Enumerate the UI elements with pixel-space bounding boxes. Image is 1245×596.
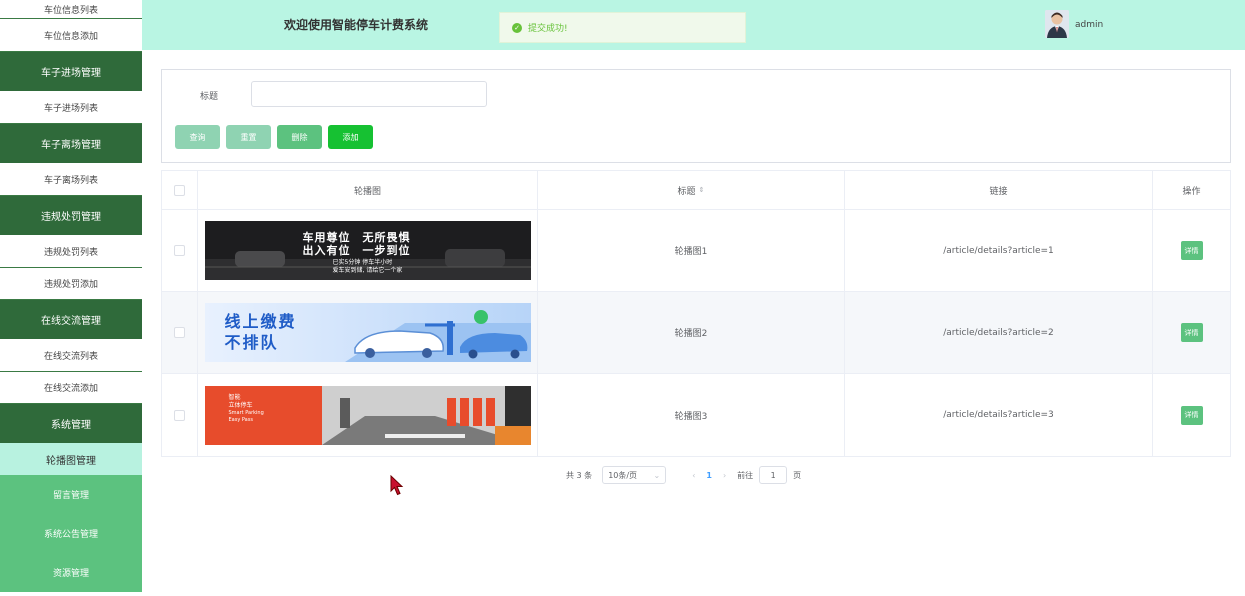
reset-button[interactable]: 重置 <box>226 125 271 149</box>
sidebar-item[interactable]: 系统公告管理 <box>0 514 142 553</box>
sidebar-item[interactable]: 违规处罚添加 <box>0 268 142 300</box>
select-all-cell <box>162 171 198 209</box>
page-title: 欢迎使用智能停车计费系统 <box>284 18 429 32</box>
detail-button[interactable]: 详情 <box>1180 323 1203 342</box>
carousel-table: 轮播图 标题 ⇕ 链接 操作 车用尊位 无所畏惧 出入有位 一步到位 已实5分钟… <box>161 170 1231 457</box>
detail-button[interactable]: 详情 <box>1180 405 1203 425</box>
toast-message: 提交成功! <box>528 24 568 34</box>
chevron-down-icon: ⌄ <box>653 470 661 480</box>
page-size-value: 10条/页 <box>608 470 638 480</box>
goto-page-input[interactable]: 1 <box>759 466 788 484</box>
sidebar-item[interactable]: 违规处罚管理 <box>0 196 142 235</box>
banner-3-line4: Easy Pass <box>228 416 253 423</box>
banner-cell: 车用尊位 无所畏惧 出入有位 一步到位 已实5分钟 停车半小时 爱车安到储, 请… <box>198 210 538 291</box>
row-checkbox[interactable] <box>174 245 185 256</box>
table-header-row: 轮播图 标题 ⇕ 链接 操作 <box>162 171 1230 210</box>
sidebar-item[interactable]: 资源管理 <box>0 553 142 592</box>
row-title: 轮播图2 <box>538 292 845 373</box>
column-header-title[interactable]: 标题 ⇕ <box>538 171 845 209</box>
sidebar-item[interactable]: 在线交流添加 <box>0 372 142 404</box>
row-link: /article/details?article=3 <box>845 374 1153 456</box>
success-toast: ✓ 提交成功! <box>499 12 746 43</box>
pagination: 共 3 条 10条/页 ⌄ ‹ 1 › 前往 1 页 <box>566 465 801 485</box>
next-page-icon[interactable]: › <box>723 471 726 480</box>
mouse-cursor-icon <box>390 474 404 501</box>
header-bar: 欢迎使用智能停车计费系统 ✓ 提交成功! admin <box>142 0 1245 50</box>
sidebar-item[interactable]: 系统管理 <box>0 404 142 443</box>
banner-image-2: 线上缴费 不排队 <box>204 303 531 362</box>
username[interactable]: admin <box>1075 20 1103 30</box>
sidebar-item[interactable]: 在线交流管理 <box>0 300 142 339</box>
banner-image-3: 智能 立体停车 Smart Parking Easy Pass <box>204 385 531 445</box>
detail-button[interactable]: 详情 <box>1180 241 1203 260</box>
row-action-cell: 详情 <box>1153 210 1230 291</box>
avatar[interactable] <box>1045 10 1069 38</box>
success-check-icon: ✓ <box>512 22 522 33</box>
banner-cell: 线上缴费 不排队 <box>198 292 538 373</box>
column-header-link: 链接 <box>845 171 1153 209</box>
table-row: 线上缴费 不排队 轮播图2 /article/details?article=2… <box>162 292 1230 374</box>
table-row: 智能 立体停车 Smart Parking Easy Pass 轮播图3 /ar… <box>162 374 1230 456</box>
row-title: 轮播图1 <box>538 210 845 291</box>
column-header-image: 轮播图 <box>198 171 538 209</box>
sidebar-item[interactable]: 车子离场管理 <box>0 124 142 163</box>
column-header-title-label: 标题 <box>677 186 696 197</box>
search-panel: 标题 查询 重置 删除 添加 <box>161 69 1231 163</box>
sidebar-item[interactable]: 轮播图管理 <box>0 443 142 475</box>
banner-3-line2: 立体停车 <box>228 401 253 409</box>
banner-2-line2: 不排队 <box>224 333 279 352</box>
sidebar: 车位信息列表 车位信息添加 车子进场管理 车子进场列表 车子离场管理 车子离场列表 违规处罚… <box>0 0 142 596</box>
add-button[interactable]: 添加 <box>328 125 373 149</box>
page-number-current[interactable]: 1 <box>706 471 712 480</box>
sidebar-item[interactable]: 车子离场列表 <box>0 163 142 196</box>
goto-prefix: 前往 <box>737 470 754 480</box>
row-select-cell <box>162 292 198 373</box>
row-checkbox[interactable] <box>174 327 185 338</box>
table-row: 车用尊位 无所畏惧 出入有位 一步到位 已实5分钟 停车半小时 爱车安到储, 请… <box>162 210 1230 292</box>
banner-3-line3: Smart Parking <box>228 409 264 416</box>
title-search-input[interactable] <box>251 81 487 107</box>
banner-1-line2: 出入有位 一步到位 <box>302 244 411 257</box>
row-title: 轮播图3 <box>538 374 845 456</box>
pagination-total: 共 3 条 <box>566 470 593 480</box>
goto-suffix: 页 <box>793 470 802 480</box>
sidebar-item[interactable]: 车子进场管理 <box>0 52 142 91</box>
banner-image-1: 车用尊位 无所畏惧 出入有位 一步到位 已实5分钟 停车半小时 爱车安到储, 请… <box>204 221 531 280</box>
row-checkbox[interactable] <box>174 409 185 421</box>
sidebar-item[interactable]: 车子进场列表 <box>0 91 142 124</box>
row-select-cell <box>162 374 198 456</box>
row-link: /article/details?article=1 <box>845 210 1153 291</box>
sidebar-item[interactable]: 车位信息列表 <box>0 0 142 19</box>
delete-button[interactable]: 删除 <box>277 125 322 149</box>
banner-1-line4: 爱车安到储, 请给它一个家 <box>332 267 403 274</box>
title-filter-label: 标题 <box>200 92 219 102</box>
select-all-checkbox[interactable] <box>174 184 185 196</box>
banner-cell: 智能 立体停车 Smart Parking Easy Pass <box>198 374 538 456</box>
sidebar-item[interactable]: 留言管理 <box>0 475 142 514</box>
sidebar-item[interactable]: 在线交流列表 <box>0 339 142 372</box>
query-button[interactable]: 查询 <box>175 125 220 149</box>
column-header-action: 操作 <box>1182 186 1201 197</box>
row-select-cell <box>162 210 198 291</box>
page-size-select[interactable]: 10条/页 ⌄ <box>602 466 667 484</box>
sidebar-item[interactable]: 违规处罚列表 <box>0 235 142 268</box>
row-action-cell: 详情 <box>1153 374 1230 456</box>
row-link: /article/details?article=2 <box>845 292 1153 373</box>
sort-icon[interactable]: ⇕ <box>699 186 705 194</box>
row-action-cell: 详情 <box>1153 292 1230 373</box>
prev-page-icon[interactable]: ‹ <box>692 471 695 480</box>
sidebar-item[interactable]: 车位信息添加 <box>0 19 142 52</box>
